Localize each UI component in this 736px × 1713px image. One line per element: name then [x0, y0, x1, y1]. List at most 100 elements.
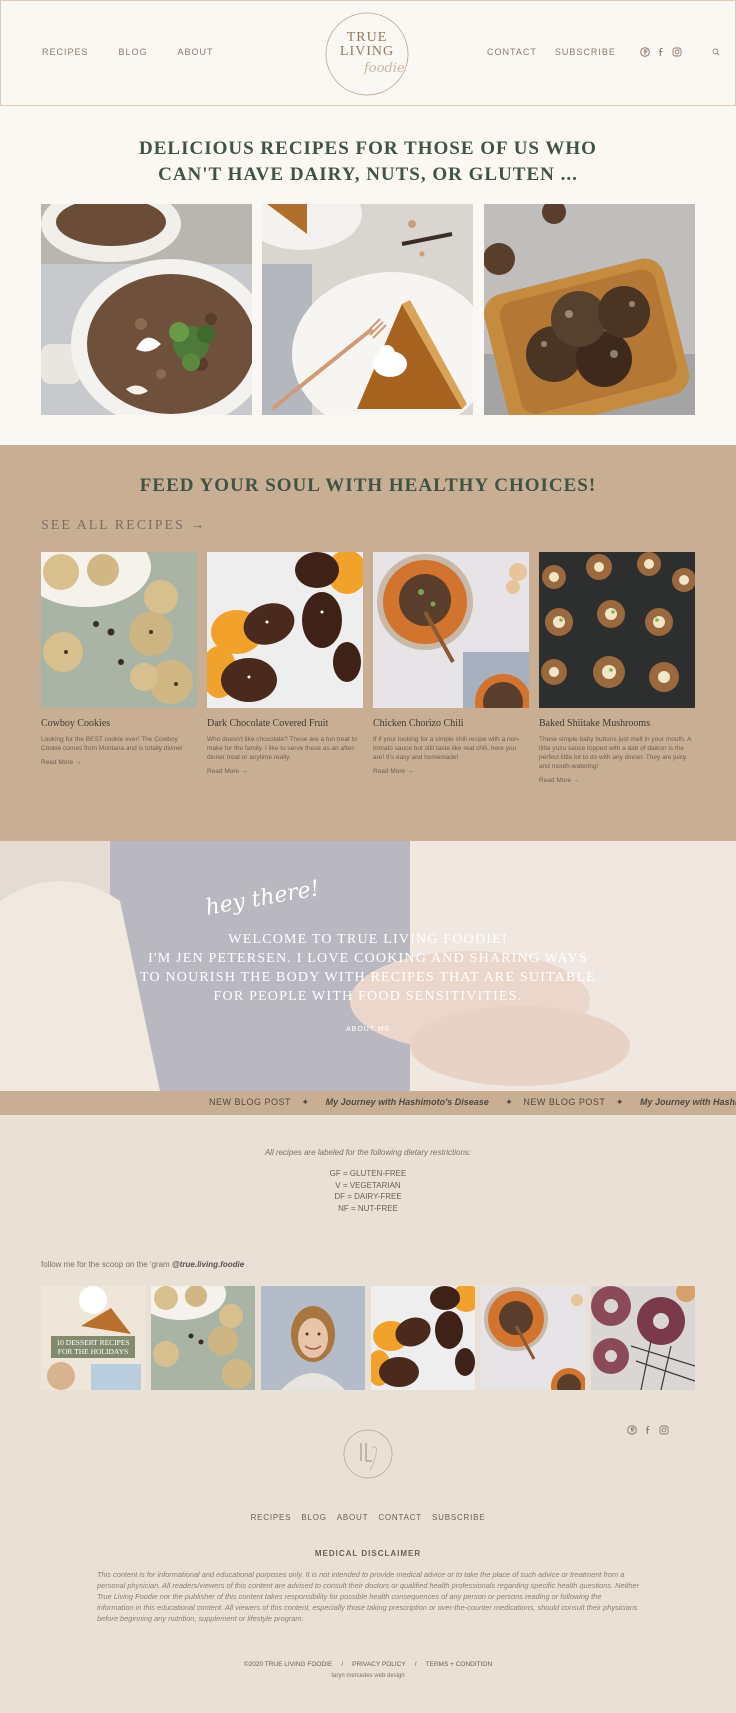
hero-title-line-1: DELICIOUS RECIPES FOR THOSE OF US WHO: [139, 138, 597, 159]
copyright-text: ©2020 TRUE LIVING FOODIE: [243, 1661, 333, 1668]
dietary-label: NF = NUT-FREE: [338, 1203, 398, 1213]
recipe-card[interactable]: Dark Chocolate Covered Fruit Who doesn't…: [207, 552, 363, 775]
read-more-link[interactable]: Read More →: [373, 768, 529, 775]
instagram-icon[interactable]: [659, 1425, 669, 1435]
pinterest-icon[interactable]: [627, 1425, 637, 1435]
hero-image-soup[interactable]: [41, 204, 252, 415]
read-more-link[interactable]: Read More →: [539, 777, 695, 784]
hero-image-pie[interactable]: [262, 204, 473, 415]
privacy-policy-link[interactable]: PRIVACY POLICY: [352, 1661, 406, 1668]
recipe-card[interactable]: Cowboy Cookies Looking for the BEST cook…: [41, 552, 197, 766]
logo-script: foodie: [364, 61, 405, 76]
dietary-label: V = VEGETARIAN: [335, 1180, 401, 1190]
welcome-line-1: WELCOME TO TRUE LIVING FOODIE!: [228, 932, 508, 947]
hero-title: DELICIOUS RECIPES FOR THOSE OF US WHO CA…: [0, 136, 736, 188]
promo-line-1: 10 DESSERT RECIPES: [56, 1338, 130, 1347]
footer-social-links: [627, 1425, 669, 1435]
separator: /: [414, 1661, 417, 1668]
instagram-icon[interactable]: [672, 47, 682, 57]
recipe-title[interactable]: Chicken Chorizo Chili: [373, 718, 529, 729]
ticker-post-link[interactable]: My Journey with Hashimoto's Disease: [326, 1097, 489, 1107]
star-icon: ✦: [615, 1097, 624, 1107]
hero-image-energy-balls[interactable]: [484, 204, 695, 415]
recipe-card[interactable]: Baked Shiitake Mushrooms These simple ba…: [539, 552, 695, 784]
primary-nav-left: RECIPES BLOG ABOUT: [42, 47, 214, 57]
ticker-post-link[interactable]: My Journey with Hashimoto's Disease: [640, 1097, 736, 1107]
footer-nav-recipes-link[interactable]: RECIPES: [251, 1513, 292, 1522]
instagram-promo-text: 10 DESSERT RECIPES FOR THE HOLIDAYS: [51, 1338, 135, 1356]
recipe-description: Looking for the BEST cookie ever! The Co…: [41, 736, 183, 752]
footer-nav-about-link[interactable]: ABOUT: [337, 1513, 369, 1522]
recipe-card[interactable]: Chicken Chorizo Chili If if your looking…: [373, 552, 529, 775]
header-social-links: [640, 47, 682, 57]
recipe-description: Who doesn't like chocolate? These are a …: [207, 736, 357, 761]
recipe-title[interactable]: Dark Chocolate Covered Fruit: [207, 718, 363, 729]
recipe-image-cowboy-cookies[interactable]: [41, 552, 197, 708]
recipes-section-title: FEED YOUR SOUL WITH HEALTHY CHOICES!: [139, 475, 597, 496]
designer-credit-link[interactable]: taryn mercedes web design: [0, 1673, 736, 1679]
promo-line-2: FOR THE HOLIDAYS: [57, 1347, 129, 1356]
welcome-line-2: I'M JEN PETERSEN. I LOVE COOKING AND SHA…: [148, 951, 588, 966]
instagram-post[interactable]: [481, 1286, 585, 1390]
welcome-message: WELCOME TO TRUE LIVING FOODIE! I'M JEN P…: [0, 930, 736, 1006]
terms-link[interactable]: TERMS + CONDITION: [426, 1661, 493, 1668]
nav-subscribe-link[interactable]: SUBSCRIBE: [555, 47, 616, 57]
dietary-label: DF = DAIRY-FREE: [334, 1192, 402, 1201]
footer-legal-links: ©2020 TRUE LIVING FOODIE / PRIVACY POLIC…: [0, 1661, 736, 1668]
hero-title-line-2: CAN'T HAVE DAIRY, NUTS, OR GLUTEN ...: [158, 164, 578, 185]
footer-logo-monogram[interactable]: [342, 1428, 394, 1480]
dietary-labels-list: GF = GLUTEN-FREE V = VEGETARIAN DF = DAI…: [0, 1168, 736, 1214]
medical-disclaimer-title: MEDICAL DISCLAIMER: [314, 1549, 422, 1558]
instagram-post[interactable]: [371, 1286, 475, 1390]
logo-wordmark: TRUE LIVING: [324, 31, 410, 59]
instagram-follow-note: follow me for the scoop on the 'gram @tr…: [41, 1260, 244, 1269]
instagram-handle-link[interactable]: @true.living.foodie: [172, 1260, 244, 1269]
recipe-description: These simple baby buttons just melt in y…: [539, 736, 692, 770]
instagram-post[interactable]: [151, 1286, 255, 1390]
welcome-line-4: FOR PEOPLE WITH FOOD SENSITIVITIES.: [213, 989, 523, 1004]
blog-post-ticker: NEW BLOG POST ✦ My Journey with Hashimot…: [0, 1091, 736, 1115]
facebook-icon[interactable]: [643, 1425, 653, 1435]
dietary-note: All recipes are labeled for the followin…: [264, 1148, 472, 1157]
search-icon[interactable]: [712, 48, 720, 56]
recipe-description: If if your looking for a simple chili re…: [373, 736, 521, 761]
instagram-note-text: follow me for the scoop on the 'gram: [41, 1260, 170, 1269]
nav-blog-link[interactable]: BLOG: [119, 47, 148, 57]
primary-nav-right: CONTACT SUBSCRIBE: [487, 47, 720, 57]
recipe-image-shiitake[interactable]: [539, 552, 695, 708]
footer-nav-subscribe-link[interactable]: SUBSCRIBE: [432, 1513, 485, 1522]
footer-nav-contact-link[interactable]: CONTACT: [378, 1513, 422, 1522]
site-header: RECIPES BLOG ABOUT TRUE LIVING foodie CO…: [0, 0, 736, 106]
star-icon: ✦: [301, 1097, 310, 1107]
dietary-label: GF = GLUTEN-FREE: [329, 1169, 407, 1178]
logo-line-1: TRUE: [346, 30, 388, 45]
site-logo[interactable]: TRUE LIVING foodie: [324, 11, 410, 97]
footer-nav-blog-link[interactable]: BLOG: [301, 1513, 326, 1522]
instagram-post[interactable]: [261, 1286, 365, 1390]
page: RECIPES BLOG ABOUT TRUE LIVING foodie CO…: [0, 0, 736, 1713]
facebook-icon[interactable]: [656, 47, 666, 57]
nav-contact-link[interactable]: CONTACT: [487, 47, 537, 57]
logo-line-2: LIVING: [339, 44, 395, 59]
instagram-post[interactable]: [591, 1286, 695, 1390]
medical-disclaimer-text: This content is for informational and ed…: [97, 1570, 640, 1623]
read-more-link[interactable]: Read More →: [207, 768, 363, 775]
recipe-title[interactable]: Cowboy Cookies: [41, 718, 197, 729]
instagram-post[interactable]: 10 DESSERT RECIPES FOR THE HOLIDAYS: [41, 1286, 145, 1390]
ticker-label: NEW BLOG POST: [523, 1097, 606, 1107]
about-me-button[interactable]: ABOUT ME: [346, 1026, 390, 1033]
see-all-recipes-link[interactable]: SEE ALL RECIPES →: [41, 518, 206, 534]
recipe-title[interactable]: Baked Shiitake Mushrooms: [539, 718, 695, 729]
ticker-label: NEW BLOG POST: [209, 1097, 292, 1107]
star-icon: ✦: [505, 1097, 513, 1107]
separator: /: [341, 1661, 344, 1668]
recipe-image-chorizo-chili[interactable]: [373, 552, 529, 708]
read-more-link[interactable]: Read More →: [41, 759, 197, 766]
nav-recipes-link[interactable]: RECIPES: [42, 47, 89, 57]
footer-nav: RECIPES BLOG ABOUT CONTACT SUBSCRIBE: [0, 1513, 736, 1522]
recipe-image-chocolate-fruit[interactable]: [207, 552, 363, 708]
pinterest-icon[interactable]: [640, 47, 650, 57]
ticker-track: NEW BLOG POST ✦ My Journey with Hashimot…: [209, 1097, 736, 1108]
nav-about-link[interactable]: ABOUT: [178, 47, 214, 57]
welcome-line-3: TO NOURISH THE BODY WITH RECIPES THAT AR…: [139, 970, 597, 985]
